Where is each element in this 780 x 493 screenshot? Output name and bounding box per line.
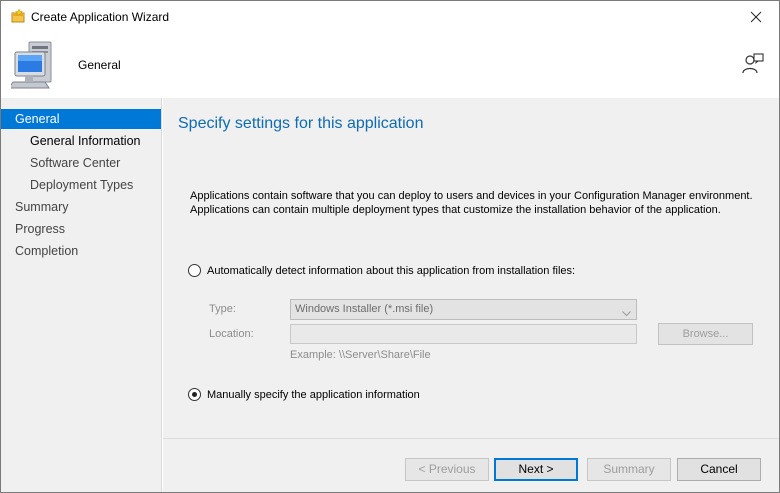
nav-item-deployment-types[interactable]: Deployment Types — [1, 175, 161, 195]
content-panel: Specify settings for this application Ap… — [163, 98, 779, 438]
nav-item-general-information[interactable]: General Information — [1, 131, 161, 151]
intro-text: Applications contain software that you c… — [190, 189, 770, 217]
browse-button[interactable]: Browse... — [658, 323, 753, 345]
header-title: General — [78, 58, 121, 72]
nav-item-software-center[interactable]: Software Center — [1, 153, 161, 173]
intro-line-2: Applications can contain multiple deploy… — [190, 204, 721, 216]
manual-radio[interactable] — [188, 388, 201, 401]
nav-item-general[interactable]: General — [1, 109, 161, 129]
type-select-value: Windows Installer (*.msi file) — [295, 303, 434, 315]
manual-option[interactable]: Manually specify the application informa… — [188, 388, 420, 401]
feedback-icon[interactable] — [741, 52, 765, 76]
auto-detect-option[interactable]: Automatically detect information about t… — [188, 264, 575, 277]
close-icon — [750, 11, 762, 22]
wizard-nav: General General Information Software Cen… — [1, 98, 162, 492]
chevron-down-icon — [622, 305, 631, 324]
type-select[interactable]: Windows Installer (*.msi file) — [290, 299, 637, 320]
nav-item-summary[interactable]: Summary — [1, 197, 161, 217]
previous-button[interactable]: < Previous — [405, 458, 489, 481]
summary-button[interactable]: Summary — [587, 458, 671, 481]
location-label: Location: — [209, 328, 254, 340]
close-button[interactable] — [733, 1, 779, 32]
wizard-header: General — [1, 32, 779, 98]
manual-label[interactable]: Manually specify the application informa… — [207, 389, 420, 401]
auto-detect-radio[interactable] — [188, 264, 201, 277]
wizard-app-icon — [11, 8, 26, 23]
intro-line-1: Applications contain software that you c… — [190, 190, 753, 202]
cancel-button[interactable]: Cancel — [677, 458, 761, 481]
next-button[interactable]: Next > — [494, 458, 578, 481]
page-title: Specify settings for this application — [178, 115, 424, 132]
location-example: Example: \\Server\Share\File — [290, 349, 431, 361]
window-title: Create Application Wizard — [31, 10, 170, 24]
type-label: Type: — [209, 303, 236, 315]
wizard-footer: < Previous Next > Summary Cancel — [163, 438, 779, 492]
computer-icon — [8, 38, 67, 92]
location-input[interactable] — [290, 324, 637, 344]
nav-item-completion[interactable]: Completion — [1, 241, 161, 261]
nav-item-progress[interactable]: Progress — [1, 219, 161, 239]
auto-detect-label[interactable]: Automatically detect information about t… — [207, 265, 575, 277]
wizard-window: Create Application Wizard General Genera… — [0, 0, 780, 493]
title-bar[interactable]: Create Application Wizard — [1, 1, 779, 32]
